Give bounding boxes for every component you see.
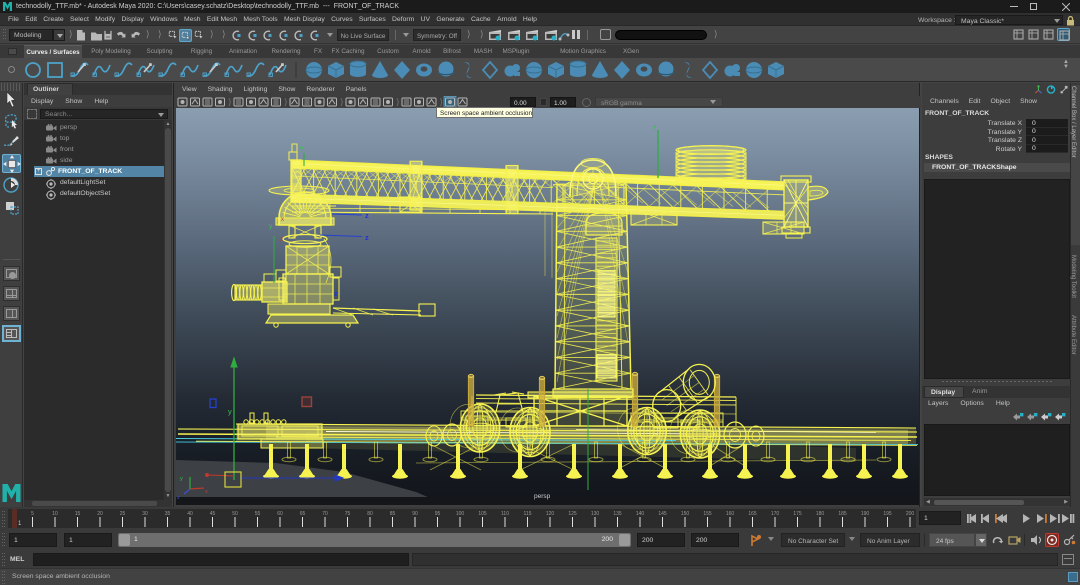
svg-text:175: 175 (793, 511, 802, 517)
svg-text:20: 20 (97, 511, 103, 517)
svg-text:40: 40 (187, 511, 193, 517)
svg-text:95: 95 (435, 511, 441, 517)
svg-text:130: 130 (591, 511, 600, 517)
svg-text:y: y (653, 123, 657, 130)
svg-text:30: 30 (142, 511, 148, 517)
svg-text:5: 5 (31, 511, 34, 517)
svg-text:35: 35 (165, 511, 171, 517)
svg-text:15: 15 (75, 511, 81, 517)
svg-text:⟩: ⟩ (396, 97, 400, 107)
svg-text:65: 65 (300, 511, 306, 517)
svg-text:25: 25 (120, 511, 126, 517)
svg-text:80: 80 (367, 511, 373, 517)
svg-text:200: 200 (906, 511, 915, 517)
svg-text:90: 90 (412, 511, 418, 517)
svg-text:160: 160 (726, 511, 735, 517)
svg-text:180: 180 (816, 511, 825, 517)
svg-text:195: 195 (883, 511, 892, 517)
svg-text:x: x (280, 237, 283, 243)
svg-text:z: z (177, 495, 180, 501)
svg-text:x: x (205, 489, 208, 495)
svg-text:y: y (180, 476, 183, 482)
svg-text:y: y (228, 407, 232, 416)
svg-text:105: 105 (478, 511, 487, 517)
svg-text:185: 185 (838, 511, 847, 517)
svg-text:165: 165 (748, 511, 757, 517)
svg-text:155: 155 (703, 511, 712, 517)
svg-text:125: 125 (568, 511, 577, 517)
svg-text:85: 85 (390, 511, 396, 517)
svg-text:50: 50 (232, 511, 238, 517)
svg-text:⟩: ⟩ (440, 97, 444, 107)
svg-text:75: 75 (345, 511, 351, 517)
svg-text:z: z (334, 289, 338, 298)
svg-text:115: 115 (524, 511, 532, 517)
svg-text:60: 60 (277, 511, 283, 517)
svg-text:55: 55 (255, 511, 261, 517)
svg-text:190: 190 (861, 511, 870, 517)
svg-text:150: 150 (681, 511, 690, 517)
svg-text:135: 135 (613, 511, 622, 517)
svg-text:z: z (365, 233, 369, 242)
svg-text:z: z (365, 211, 369, 220)
svg-text:110: 110 (501, 511, 509, 517)
svg-text:100: 100 (456, 511, 465, 517)
svg-text:y: y (300, 145, 304, 152)
svg-text:⟩: ⟩ (228, 97, 232, 107)
svg-text:170: 170 (771, 511, 780, 517)
svg-text:145: 145 (658, 511, 667, 517)
svg-text:⟩: ⟩ (340, 97, 344, 107)
svg-text:y: y (269, 223, 273, 230)
svg-text:120: 120 (546, 511, 555, 517)
svg-text:⟩: ⟩ (284, 97, 288, 107)
svg-text:10: 10 (52, 511, 58, 517)
svg-text:70: 70 (322, 511, 328, 517)
svg-text:45: 45 (210, 511, 216, 517)
svg-text:x: x (281, 217, 284, 223)
svg-text:140: 140 (636, 511, 645, 517)
